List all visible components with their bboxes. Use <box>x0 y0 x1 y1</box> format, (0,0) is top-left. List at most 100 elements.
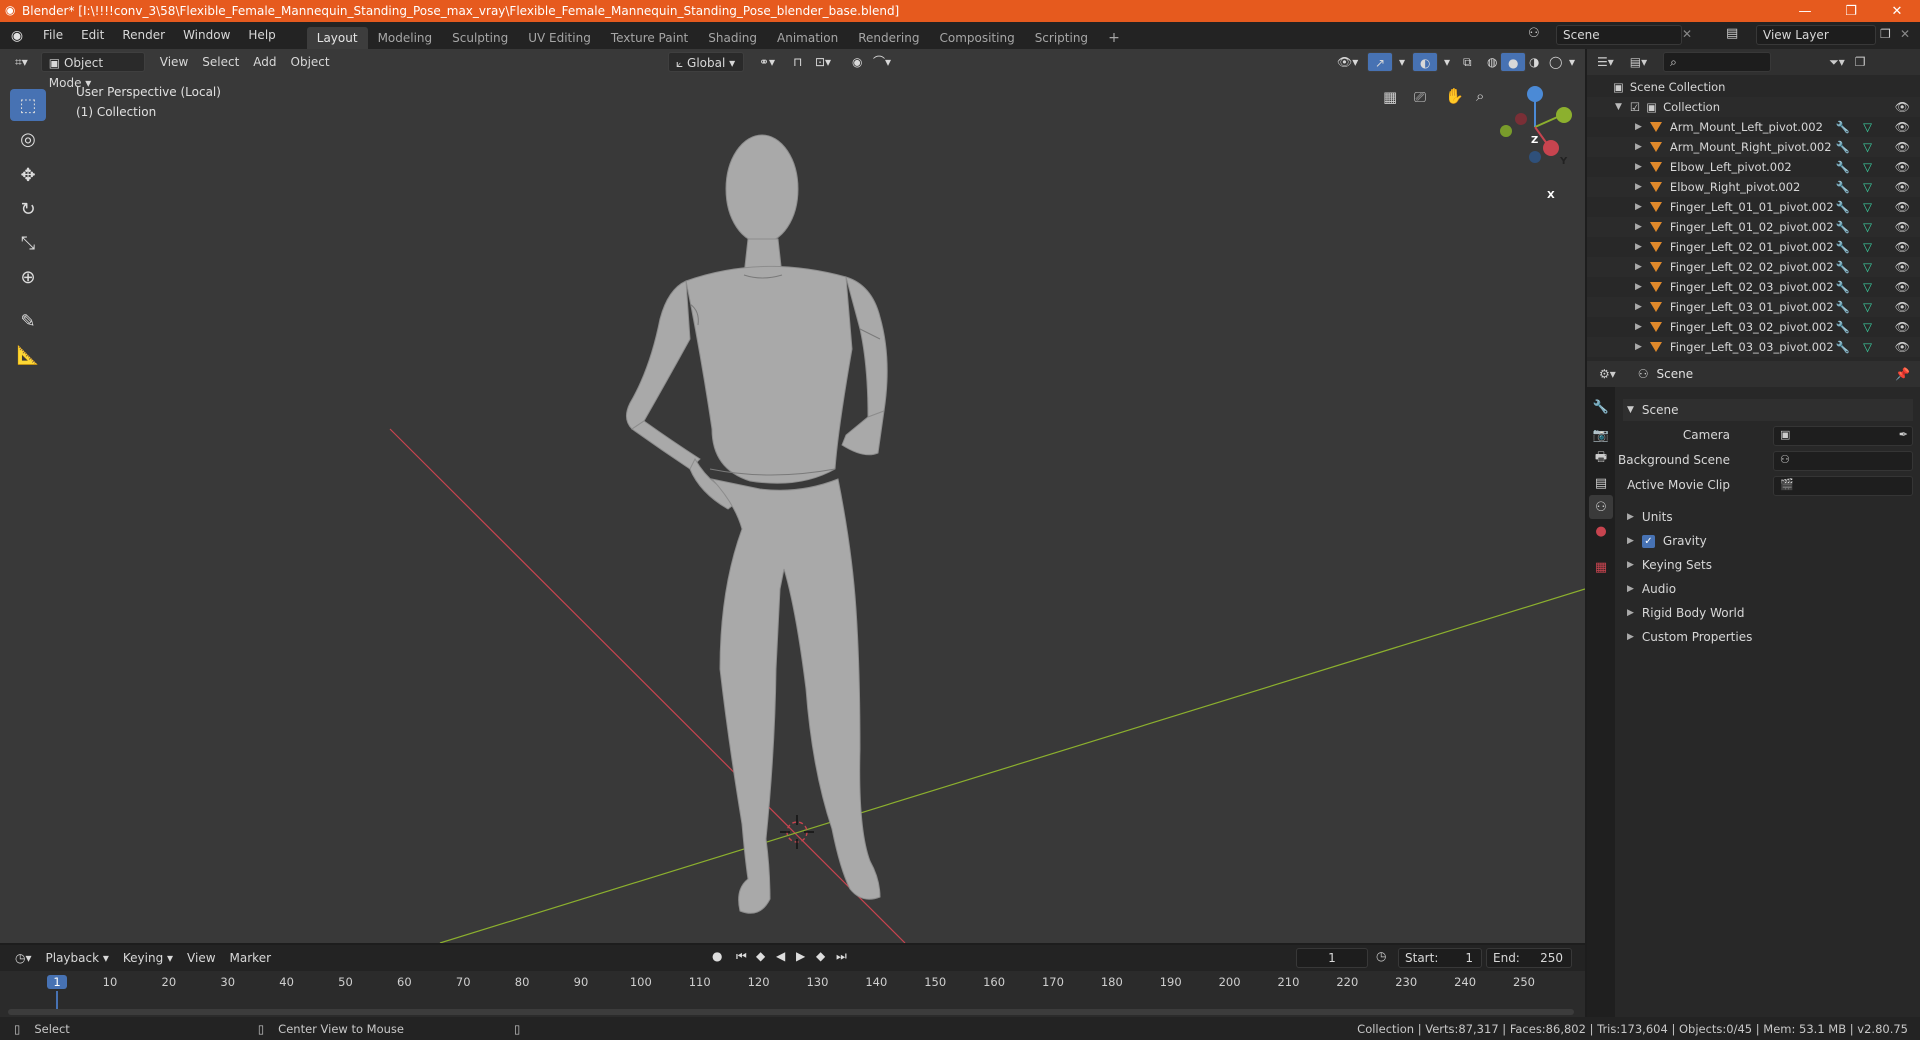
outliner-item-row[interactable]: ▶ Finger_Left_01_01_pivot.002 🔧 ▽ 👁 <box>1587 197 1920 217</box>
subpanel-units[interactable]: ▶ Units <box>1623 506 1913 528</box>
mesh-data-icon[interactable]: ▽ <box>1863 280 1872 294</box>
expand-item-icon[interactable]: ▶ <box>1635 342 1642 352</box>
outliner-collection-row[interactable]: ▼ ☑ ▣ Collection 👁 <box>1587 97 1920 117</box>
display-mode-icon[interactable]: ▤▾ <box>1630 55 1647 69</box>
rotate-tool-icon[interactable]: ↻ <box>10 193 46 225</box>
close-icon[interactable]: ✕ <box>1874 0 1920 22</box>
expand-item-icon[interactable]: ▶ <box>1635 182 1642 192</box>
blender-menu-icon[interactable]: ◉ <box>0 28 34 44</box>
outliner-item-row[interactable]: ▶ Finger_Left_02_02_pivot.002 🔧 ▽ 👁 <box>1587 257 1920 277</box>
outliner-item-row[interactable]: ▶ Finger_Left_02_03_pivot.002 🔧 ▽ 👁 <box>1587 277 1920 297</box>
subpanel-custom-properties[interactable]: ▶ Custom Properties <box>1623 626 1913 648</box>
outliner-item-row[interactable]: ▶ Finger_Left_01_02_pivot.002 🔧 ▽ 👁 <box>1587 217 1920 237</box>
tab-shading[interactable]: Shading <box>698 27 767 49</box>
add-workspace-icon[interactable]: + <box>1098 27 1130 49</box>
subpanel-audio[interactable]: ▶ Audio <box>1623 578 1913 600</box>
modifier-icon[interactable]: 🔧 <box>1836 120 1850 134</box>
modifier-icon[interactable]: 🔧 <box>1836 320 1850 334</box>
mesh-data-icon[interactable]: ▽ <box>1863 260 1872 274</box>
filter-icon[interactable]: ⏷▾ <box>1829 55 1845 70</box>
3d-viewport[interactable]: Z Y X User Perspective (Local) (1) Colle… <box>0 49 1585 943</box>
visibility-eye-icon[interactable]: 👁 <box>1895 200 1910 214</box>
expand-item-icon[interactable]: ▶ <box>1635 262 1642 272</box>
tab-modeling[interactable]: Modeling <box>368 27 443 49</box>
outliner-editor-icon[interactable]: ☰▾ <box>1597 55 1614 69</box>
view-layer-close-icon[interactable]: ✕ <box>1900 27 1910 41</box>
modifier-icon[interactable]: 🔧 <box>1836 200 1850 214</box>
modifier-icon[interactable]: 🔧 <box>1836 300 1850 314</box>
menu-keying[interactable]: Keying ▾ <box>116 948 180 968</box>
expand-collection-icon[interactable]: ▼ <box>1615 102 1622 112</box>
gravity-checkbox[interactable]: ✓ <box>1641 534 1655 548</box>
world-tab-icon[interactable]: ● <box>1589 519 1613 543</box>
expand-item-icon[interactable]: ▶ <box>1635 322 1642 332</box>
menu-render[interactable]: Render <box>113 22 174 49</box>
expand-item-icon[interactable]: ▶ <box>1635 242 1642 252</box>
mesh-data-icon[interactable]: ▽ <box>1863 200 1872 214</box>
outliner-item-row[interactable]: ▶ Finger_Left_02_01_pivot.002 🔧 ▽ 👁 <box>1587 237 1920 257</box>
tab-compositing[interactable]: Compositing <box>929 27 1024 49</box>
modifier-icon[interactable]: 🔧 <box>1836 280 1850 294</box>
subpanel-expand-icon[interactable]: ▶ <box>1627 536 1634 546</box>
visibility-icon[interactable]: 👁▾ <box>1330 52 1365 72</box>
expand-item-icon[interactable]: ▶ <box>1635 142 1642 152</box>
start-frame-field[interactable]: Start: 1 <box>1398 948 1482 968</box>
modifier-icon[interactable]: 🔧 <box>1836 340 1850 354</box>
subpanel-expand-icon[interactable]: ▶ <box>1627 632 1634 642</box>
prev-keyframe-icon[interactable]: ◆ <box>756 949 765 963</box>
outliner-item-row[interactable]: ▶ Elbow_Left_pivot.002 🔧 ▽ 👁 <box>1587 157 1920 177</box>
expand-item-icon[interactable]: ▶ <box>1635 282 1642 292</box>
subpanel-expand-icon[interactable]: ▶ <box>1627 560 1634 570</box>
shading-dropdown-icon[interactable]: ▾ <box>1562 52 1582 72</box>
menu-playback[interactable]: Playback ▾ <box>39 948 116 968</box>
maximize-icon[interactable]: ❐ <box>1828 0 1874 22</box>
mesh-data-icon[interactable]: ▽ <box>1863 180 1872 194</box>
timeline-editor-icon[interactable]: ◷▾ <box>8 948 39 968</box>
outliner-item-row[interactable]: ▶ Elbow_Right_pivot.002 🔧 ▽ 👁 <box>1587 177 1920 197</box>
expand-item-icon[interactable]: ▶ <box>1635 222 1642 232</box>
modifier-icon[interactable]: 🔧 <box>1836 240 1850 254</box>
current-frame-field[interactable]: 1 <box>1296 948 1368 968</box>
outliner-search-input[interactable]: ⌕ <box>1663 52 1772 72</box>
visibility-eye-icon[interactable]: 👁 <box>1895 260 1910 274</box>
viewport-canvas[interactable] <box>0 49 1585 943</box>
gizmo-dropdown-icon[interactable]: ▾ <box>1392 52 1412 72</box>
scene-panel-header[interactable]: ▼ Scene <box>1623 399 1913 421</box>
mode-selector[interactable]: ▣ Object Mode ▾ <box>40 52 145 90</box>
measure-tool-icon[interactable]: 📐 <box>10 339 46 371</box>
modifier-icon[interactable]: 🔧 <box>1836 140 1850 154</box>
outliner-item-row[interactable]: ▶ Arm_Mount_Left_pivot.002 🔧 ▽ 👁 <box>1587 117 1920 137</box>
modifier-icon[interactable]: 🔧 <box>1836 220 1850 234</box>
ortho-toggle-icon[interactable]: ▦ <box>1383 88 1397 106</box>
transform-orientation-selector[interactable]: ⟀ Global ▾ <box>668 52 744 72</box>
new-view-layer-icon[interactable]: ❐ <box>1880 27 1891 41</box>
overlay-toggle-icon[interactable]: ◐ <box>1412 52 1439 72</box>
outliner-item-row[interactable]: ▶ Finger_Left_03_03_pivot.002 🔧 ▽ 👁 <box>1587 337 1920 357</box>
menu-add[interactable]: Add <box>246 52 283 72</box>
tab-texture-paint[interactable]: Texture Paint <box>601 27 698 49</box>
visibility-eye-icon[interactable]: 👁 <box>1895 280 1910 294</box>
background-scene-field[interactable]: ⚇ <box>1773 451 1913 471</box>
menu-timeline-view[interactable]: View <box>180 948 222 968</box>
play-reverse-icon[interactable]: ◀ <box>776 949 785 963</box>
cursor-tool-icon[interactable]: ◎ <box>10 123 46 155</box>
expand-item-icon[interactable]: ▶ <box>1635 122 1642 132</box>
visibility-eye-icon[interactable]: 👁 <box>1895 220 1910 234</box>
visibility-eye-icon[interactable]: 👁 <box>1895 340 1910 354</box>
collection-visibility-icon[interactable]: 👁 <box>1895 100 1910 114</box>
visibility-eye-icon[interactable]: 👁 <box>1895 120 1910 134</box>
tab-uv-editing[interactable]: UV Editing <box>518 27 601 49</box>
pin-icon[interactable]: 📌 <box>1895 367 1910 381</box>
active-movie-clip-field[interactable]: 🎬 <box>1773 476 1913 496</box>
mesh-data-icon[interactable]: ▽ <box>1863 160 1872 174</box>
outliner-item-row[interactable]: ▶ Arm_Mount_Right_pivot.002 🔧 ▽ 👁 <box>1587 137 1920 157</box>
scene-icon[interactable]: ⚇ <box>1528 26 1540 41</box>
expand-item-icon[interactable]: ▶ <box>1635 162 1642 172</box>
collection-checkbox[interactable]: ☑ <box>1630 100 1640 114</box>
record-icon[interactable]: ● <box>712 949 722 963</box>
mesh-data-icon[interactable]: ▽ <box>1863 140 1872 154</box>
mesh-data-icon[interactable]: ▽ <box>1863 220 1872 234</box>
modifier-icon[interactable]: 🔧 <box>1836 260 1850 274</box>
annotate-tool-icon[interactable]: ✎ <box>10 305 46 337</box>
eyedropper-icon[interactable]: ✒ <box>1899 428 1908 441</box>
